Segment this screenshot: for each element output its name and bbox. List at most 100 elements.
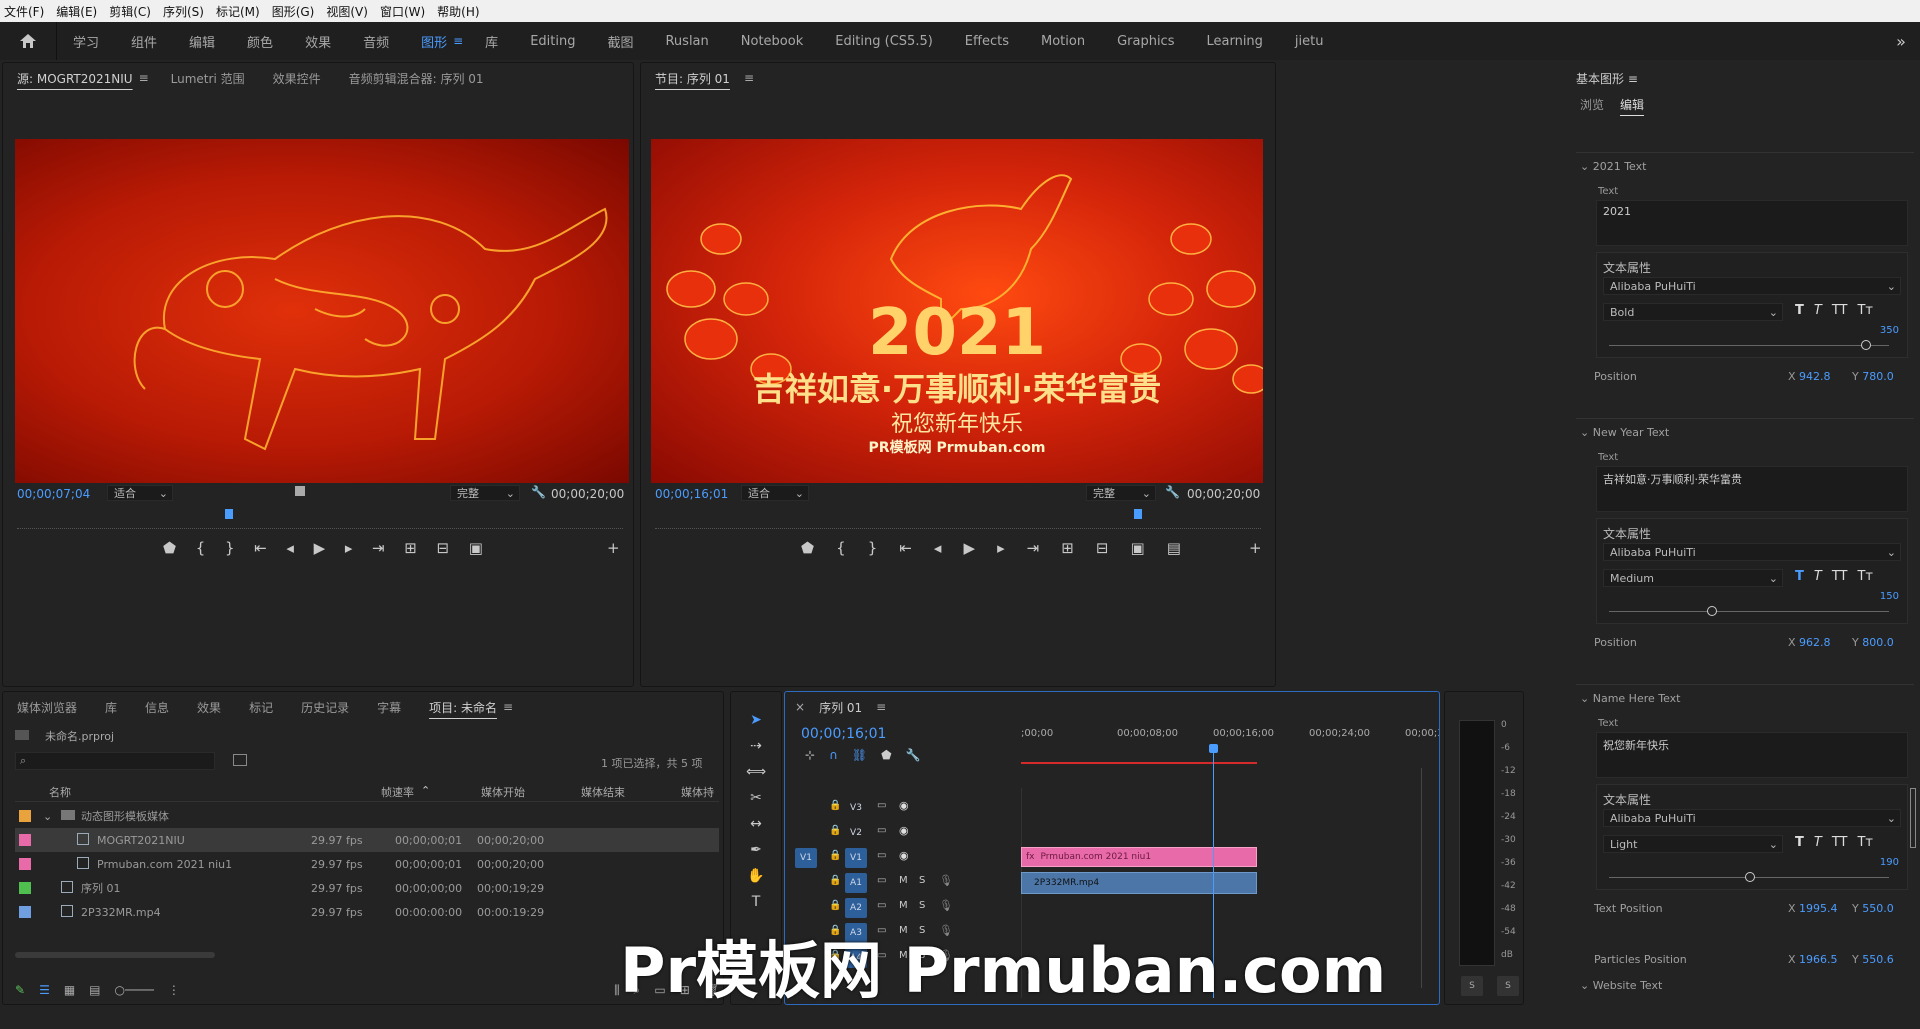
column-name[interactable]: 名称 — [49, 784, 71, 800]
export-frame-icon[interactable] — [295, 486, 305, 496]
play-icon[interactable]: ▶ — [963, 539, 975, 557]
freeform-view-icon[interactable]: ▤ — [89, 983, 100, 997]
label-color-swatch[interactable] — [19, 858, 31, 870]
panel-menu-icon[interactable]: ≡ — [139, 71, 149, 85]
program-playhead[interactable] — [1134, 509, 1142, 519]
font-size-slider-track[interactable] — [1609, 611, 1889, 612]
vertical-zoom-bar[interactable] — [1421, 768, 1429, 988]
column-media-duration[interactable]: 媒体持 — [681, 784, 714, 800]
add-marker-icon[interactable]: ⬟ — [163, 539, 176, 557]
track-target-A1[interactable]: A1 — [845, 873, 867, 893]
step-forward-icon[interactable]: ▸ — [345, 539, 353, 557]
font-style-select[interactable]: Bold ⌄ — [1603, 303, 1783, 321]
font-size-slider-knob[interactable] — [1707, 606, 1717, 616]
type-tool-icon[interactable]: T — [752, 894, 761, 910]
add-button-icon[interactable]: + — [607, 539, 620, 557]
position-x-value[interactable]: 942.8 — [1799, 370, 1831, 383]
solo-button[interactable]: S — [919, 900, 925, 911]
horizontal-scrollbar[interactable] — [15, 952, 215, 958]
source-tab-1[interactable]: Lumetri 范围 — [157, 70, 259, 87]
playhead-handle[interactable] — [1209, 744, 1218, 753]
eg-text-field[interactable]: 2021 — [1596, 200, 1908, 246]
go-to-in-icon[interactable]: ⇤ — [254, 539, 267, 557]
panel-menu-icon[interactable]: ≡ — [1628, 72, 1638, 86]
work-area-bar[interactable] — [1021, 762, 1257, 764]
position-x-value[interactable]: 962.8 — [1799, 636, 1831, 649]
lift-icon[interactable]: ⊞ — [1061, 539, 1074, 557]
workspace-menu-icon[interactable]: ≡ — [453, 34, 463, 48]
eg-section-header[interactable]: ⌄ Name Here Text — [1580, 692, 1681, 705]
position-y-value[interactable]: 550.0 — [1862, 902, 1894, 915]
project-row[interactable]: ⌄ 动态图形模板媒体 — [15, 804, 719, 828]
project-search-input[interactable]: ⌕ — [15, 752, 215, 770]
project-row[interactable]: 序列 01 29.97 fps 00;00;00;00 00;00;19;29 — [15, 876, 719, 900]
website-section-header[interactable]: ⌄ Website Text — [1580, 979, 1662, 992]
slip-tool-icon[interactable]: ↔ — [750, 816, 762, 832]
insert-icon[interactable]: ⊞ — [404, 539, 417, 557]
lock-icon[interactable]: 🔒 — [829, 900, 841, 911]
workspace-tab-2[interactable]: 编辑 — [173, 32, 231, 51]
program-quality-select[interactable]: 完整 ⌄ — [1086, 485, 1156, 501]
source-fit-select[interactable]: 适合 ⌄ — [107, 485, 173, 501]
small-caps-icon[interactable]: Tт — [1857, 303, 1873, 318]
menu-item-0[interactable]: 文件(F) — [4, 3, 44, 20]
track-target-V3[interactable]: V3 — [845, 798, 867, 818]
font-select[interactable]: Alibaba PuHuiTi ⌄ — [1603, 277, 1901, 295]
program-timecode[interactable]: 00;00;16;01 — [655, 487, 728, 501]
project-tab-4[interactable]: 标记 — [235, 699, 287, 716]
lock-icon[interactable]: 🔒 — [829, 850, 841, 861]
extract-icon[interactable]: ⊟ — [1096, 539, 1109, 557]
project-tab-6[interactable]: 字幕 — [363, 699, 415, 716]
track-target-A2[interactable]: A2 — [845, 898, 867, 918]
workspace-tab-12[interactable]: Editing (CS5.5) — [819, 34, 949, 49]
mark-out-icon[interactable]: } — [868, 539, 878, 557]
source-tab-3[interactable]: 音频剪辑混合器: 序列 01 — [335, 70, 498, 87]
menu-item-1[interactable]: 编辑(E) — [56, 3, 97, 20]
position-y-value[interactable]: 780.0 — [1862, 370, 1894, 383]
all-caps-icon[interactable]: TT — [1832, 835, 1848, 850]
home-button[interactable] — [0, 22, 56, 60]
panel-menu-icon[interactable]: ≡ — [744, 71, 754, 85]
source-playhead[interactable] — [225, 509, 233, 519]
track-select-tool-icon[interactable]: ⇢ — [750, 738, 762, 754]
compare-icon[interactable]: ▤ — [1167, 539, 1181, 557]
play-icon[interactable]: ▶ — [314, 539, 326, 557]
tab-sequence[interactable]: 序列 01 — [805, 699, 876, 716]
selection-tool-icon[interactable]: ➤ — [750, 712, 762, 728]
overwrite-icon[interactable]: ⊟ — [437, 539, 450, 557]
menu-item-4[interactable]: 标记(M) — [216, 3, 260, 20]
go-to-out-icon[interactable]: ⇥ — [372, 539, 385, 557]
close-icon[interactable]: × — [795, 700, 805, 714]
sync-lock-icon[interactable]: ▭ — [877, 850, 886, 861]
mute-button[interactable]: M — [899, 900, 908, 911]
camera-icon[interactable]: ▣ — [469, 539, 483, 557]
label-color-swatch[interactable] — [19, 906, 31, 918]
project-row[interactable]: MOGRT2021NIU 29.97 fps 00;00;00;01 00;00;20… — [15, 828, 719, 852]
wrench-icon[interactable]: 🔧 — [531, 485, 546, 499]
timeline-timecode[interactable]: 00;00;16;01 — [801, 726, 886, 742]
eg-scrollbar[interactable] — [1910, 788, 1916, 848]
workspace-tab-17[interactable]: jietu — [1279, 34, 1340, 49]
position-y-value[interactable]: 800.0 — [1862, 636, 1894, 649]
microphone-icon[interactable]: 🎙 — [939, 899, 953, 912]
razor-tool-icon[interactable]: ✂ — [750, 790, 762, 806]
go-to-in-icon[interactable]: ⇤ — [899, 539, 912, 557]
sort-ascending-icon[interactable]: ⌃ — [421, 784, 430, 797]
hand-tool-icon[interactable]: ✋ — [747, 868, 764, 884]
font-size-slider-track[interactable] — [1609, 345, 1889, 346]
tab-program[interactable]: 节目: 序列 01 — [641, 70, 744, 87]
particles-y-value[interactable]: 550.6 — [1862, 953, 1894, 966]
italic-icon[interactable]: T — [1814, 569, 1822, 584]
workspace-tab-3[interactable]: 颜色 — [231, 32, 289, 51]
label-color-swatch[interactable] — [19, 834, 31, 846]
nest-icon[interactable]: ⊹ — [805, 748, 815, 762]
label-color-swatch[interactable] — [19, 882, 31, 894]
mark-in-icon[interactable]: { — [836, 539, 846, 557]
position-x-value[interactable]: 1995.4 — [1799, 902, 1838, 915]
all-caps-icon[interactable]: TT — [1832, 303, 1848, 318]
eye-icon[interactable]: ◉ — [899, 799, 909, 812]
eg-section-header[interactable]: ⌄ New Year Text — [1580, 426, 1669, 439]
project-tab-1[interactable]: 库 — [91, 699, 131, 716]
wrench-icon[interactable]: 🔧 — [906, 748, 921, 762]
wrench-icon[interactable]: 🔧 — [1165, 485, 1180, 499]
